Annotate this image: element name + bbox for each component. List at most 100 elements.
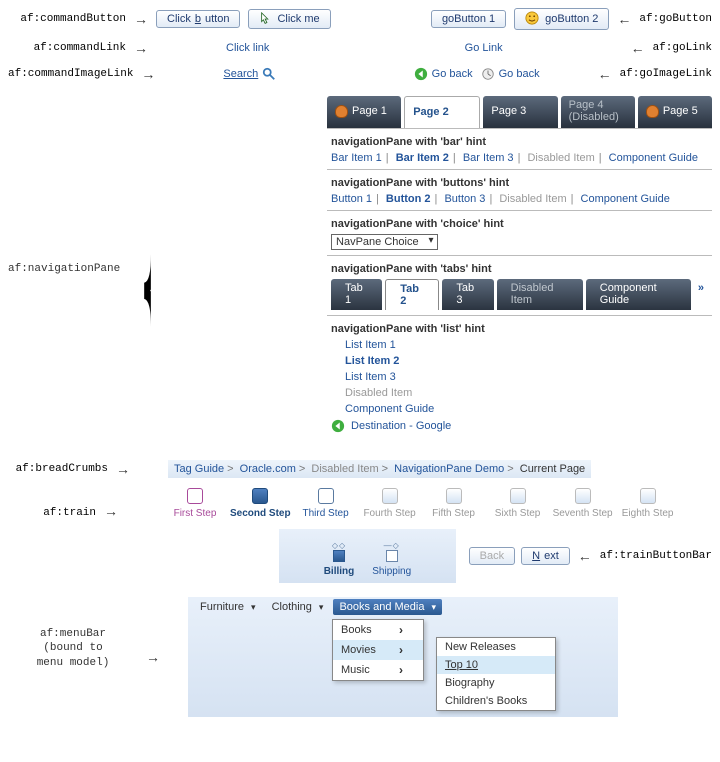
button-item-guide[interactable]: Component Guide bbox=[581, 193, 670, 205]
breadcrumb: Tag Guide> Oracle.com> Disabled Item> Na… bbox=[168, 460, 591, 478]
bc-disabled: Disabled Item bbox=[311, 463, 378, 475]
text: Page 1 bbox=[352, 105, 387, 117]
navpane-choice-select[interactable]: NavPane Choice bbox=[331, 234, 438, 250]
bar-item-disabled: Disabled Item bbox=[527, 152, 594, 164]
train-step-8: Eighth Step bbox=[619, 488, 677, 519]
navigation-pane-demo: Page 1 Page 2 Page 3 Page 4 (Disabled) P… bbox=[327, 96, 712, 442]
menu-new-releases[interactable]: New Releases bbox=[437, 638, 555, 656]
mini-train-step-1[interactable]: ◇◇ Billing bbox=[324, 541, 355, 577]
arrow-icon bbox=[100, 503, 122, 519]
list-item-1[interactable]: List Item 1 bbox=[345, 339, 396, 351]
label-menubar: af:menuBar (bound to menu model) bbox=[8, 627, 138, 670]
bc-current: Current Page bbox=[520, 463, 585, 475]
train: First Step Second Step Third Step Fourth… bbox=[166, 488, 677, 519]
list-item-guide[interactable]: Component Guide bbox=[345, 403, 434, 415]
global-tab-1[interactable]: Page 1 bbox=[327, 96, 401, 128]
tab-3[interactable]: Tab 3 bbox=[442, 279, 493, 310]
mini-train-step-2[interactable]: —◇ Shipping bbox=[372, 541, 411, 577]
bar-item-1[interactable]: Bar Item 1 bbox=[331, 152, 382, 164]
tab-disabled: Disabled Item bbox=[497, 279, 583, 310]
label-goButton: af:goButton bbox=[639, 13, 712, 25]
tab-2[interactable]: Tab 2 bbox=[385, 279, 439, 310]
label-commandImageLink: af:commandImageLink bbox=[8, 68, 133, 80]
command-button-1[interactable]: Click button bbox=[156, 10, 240, 28]
menu-movies[interactable]: Movies bbox=[333, 640, 423, 660]
train-step-4: Fourth Step bbox=[361, 488, 419, 519]
menu-clothing[interactable]: Clothing bbox=[266, 599, 330, 615]
list-hint-title: navigationPane with 'list' hint bbox=[331, 323, 708, 335]
menu-furniture[interactable]: Furniture bbox=[194, 599, 262, 615]
tab-1[interactable]: Tab 1 bbox=[331, 279, 382, 310]
tab-guide[interactable]: Component Guide bbox=[586, 279, 691, 310]
bc-tag-guide[interactable]: Tag Guide bbox=[174, 463, 224, 475]
go-button-2[interactable]: goButton 2 bbox=[514, 8, 609, 30]
text: Fifth Step bbox=[425, 508, 483, 519]
text: menu model) bbox=[8, 656, 138, 670]
command-button-2[interactable]: Click me bbox=[248, 9, 330, 29]
person-icon bbox=[646, 105, 659, 118]
bar-item-guide[interactable]: Component Guide bbox=[609, 152, 698, 164]
text: Page 5 bbox=[663, 105, 698, 117]
arrow-icon bbox=[137, 66, 159, 82]
global-tab-5[interactable]: Page 5 bbox=[638, 96, 712, 128]
next-button[interactable]: Next bbox=[521, 547, 570, 565]
menu-books-media[interactable]: Books and Media bbox=[333, 599, 442, 615]
train-step-3[interactable]: Third Step bbox=[297, 488, 355, 519]
back-arrow-icon bbox=[331, 419, 345, 433]
arrow-icon bbox=[112, 461, 134, 477]
bar-hint-title: navigationPane with 'bar' hint bbox=[331, 136, 708, 148]
tab-overflow[interactable]: » bbox=[694, 279, 708, 310]
menu-childrens-books[interactable]: Children's Books bbox=[437, 692, 555, 710]
arrow-icon bbox=[142, 649, 164, 665]
back-button: Back bbox=[469, 547, 515, 565]
train-connector-icon: ◇◇ bbox=[324, 541, 355, 550]
list-item-2[interactable]: List Item 2 bbox=[345, 355, 399, 367]
list-item-disabled: Disabled Item bbox=[345, 387, 412, 399]
go-image-link-1[interactable]: Go back bbox=[414, 67, 473, 81]
smiley-icon bbox=[525, 11, 541, 27]
go-image-link-2[interactable]: Go back bbox=[481, 67, 540, 81]
choice-hint-title: navigationPane with 'choice' hint bbox=[331, 218, 708, 230]
train-step-2[interactable]: Second Step bbox=[230, 488, 291, 519]
train-step-5: Fifth Step bbox=[425, 488, 483, 519]
label-train: af:train bbox=[8, 507, 96, 519]
arrow-icon bbox=[594, 66, 616, 82]
menu-biography[interactable]: Biography bbox=[437, 674, 555, 692]
bar-items: Bar Item 1| Bar Item 2| Bar Item 3| Disa… bbox=[331, 152, 708, 164]
command-link[interactable]: Click link bbox=[226, 42, 269, 54]
label-trainButtonBar: af:trainButtonBar bbox=[600, 550, 712, 562]
global-tab-3[interactable]: Page 3 bbox=[483, 96, 557, 128]
global-tab-4: Page 4 (Disabled) bbox=[561, 96, 635, 128]
train-step-1[interactable]: First Step bbox=[166, 488, 224, 519]
text: Sixth Step bbox=[489, 508, 547, 519]
pointer-icon bbox=[259, 12, 273, 26]
bc-oracle[interactable]: Oracle.com bbox=[240, 463, 296, 475]
menu-bar: Furniture Clothing Books and Media Books… bbox=[188, 597, 618, 717]
bar-item-3[interactable]: Bar Item 3 bbox=[463, 152, 514, 164]
clock-icon bbox=[481, 67, 495, 81]
menu-top-10[interactable]: Top 10 bbox=[437, 656, 555, 674]
text: Click me bbox=[277, 13, 319, 25]
text: Eighth Step bbox=[619, 508, 677, 519]
label-breadcrumbs: af:breadCrumbs bbox=[8, 463, 108, 475]
go-button-1[interactable]: goButton 1 bbox=[431, 10, 506, 28]
button-item-2[interactable]: Button 2 bbox=[386, 193, 431, 205]
global-tab-2[interactable]: Page 2 bbox=[404, 96, 480, 128]
button-item-1[interactable]: Button 1 bbox=[331, 193, 372, 205]
command-image-link[interactable]: Search bbox=[223, 67, 276, 81]
arrow-icon bbox=[130, 40, 152, 56]
arrow-icon bbox=[574, 548, 596, 564]
text: Go back bbox=[432, 68, 473, 80]
bar-item-2[interactable]: Bar Item 2 bbox=[396, 152, 449, 164]
list-item-3[interactable]: List Item 3 bbox=[345, 371, 396, 383]
list-item-destination[interactable]: Destination - Google bbox=[351, 420, 451, 432]
go-link[interactable]: Go Link bbox=[465, 42, 503, 54]
menu-music[interactable]: Music bbox=[333, 660, 423, 680]
bc-navpane-demo[interactable]: NavigationPane Demo bbox=[394, 463, 504, 475]
menu-books[interactable]: Books bbox=[333, 620, 423, 640]
text: Third Step bbox=[297, 508, 355, 519]
arrow-icon bbox=[130, 11, 152, 27]
arrow-icon bbox=[627, 40, 649, 56]
button-item-3[interactable]: Button 3 bbox=[444, 193, 485, 205]
text: goButton 2 bbox=[545, 13, 598, 25]
